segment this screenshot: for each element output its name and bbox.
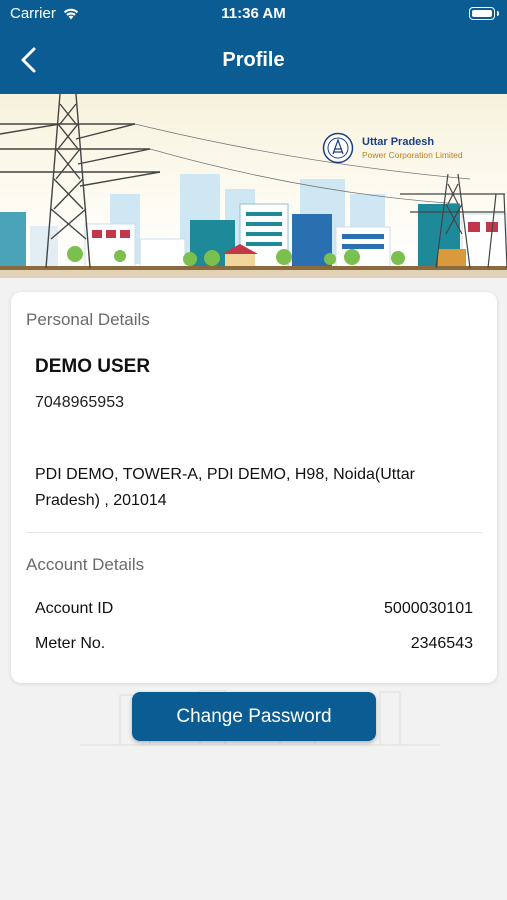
uppcl-logo-icon	[322, 132, 354, 164]
section-divider	[26, 532, 482, 533]
account-id-label: Account ID	[35, 600, 114, 617]
nav-bar: Profile	[0, 28, 507, 94]
brand-line-2: Power Corporation Limited	[362, 150, 463, 160]
meter-no-label: Meter No.	[35, 635, 106, 652]
user-phone: 7048965953	[35, 394, 124, 411]
uppcl-brand: Uttar Pradesh Power Corporation Limited	[322, 132, 463, 164]
account-id-value: 5000030101	[384, 600, 473, 617]
account-details-heading: Account Details	[26, 555, 145, 574]
status-bar: Carrier 11:36 AM	[0, 0, 507, 28]
user-name: DEMO USER	[35, 356, 151, 377]
meter-no-value: 2346543	[410, 635, 473, 652]
change-password-button[interactable]: Change Password	[132, 692, 376, 741]
brand-line-1: Uttar Pradesh	[362, 136, 435, 148]
meter-no-row: Meter No. 2346543	[35, 635, 473, 653]
clock: 11:36 AM	[221, 5, 286, 22]
personal-details-heading: Personal Details	[26, 310, 150, 329]
header-banner: Uttar Pradesh Power Corporation Limited	[0, 94, 507, 278]
user-address: PDI DEMO, TOWER-A, PDI DEMO, H98, Noida(…	[35, 466, 415, 509]
page-title: Profile	[222, 49, 285, 71]
profile-card: Personal Details DEMO USER 7048965953 PD…	[11, 292, 497, 683]
account-id-row: Account ID 5000030101	[35, 600, 473, 618]
city-skyline-illustration	[0, 94, 507, 278]
battery-icon	[469, 7, 499, 20]
